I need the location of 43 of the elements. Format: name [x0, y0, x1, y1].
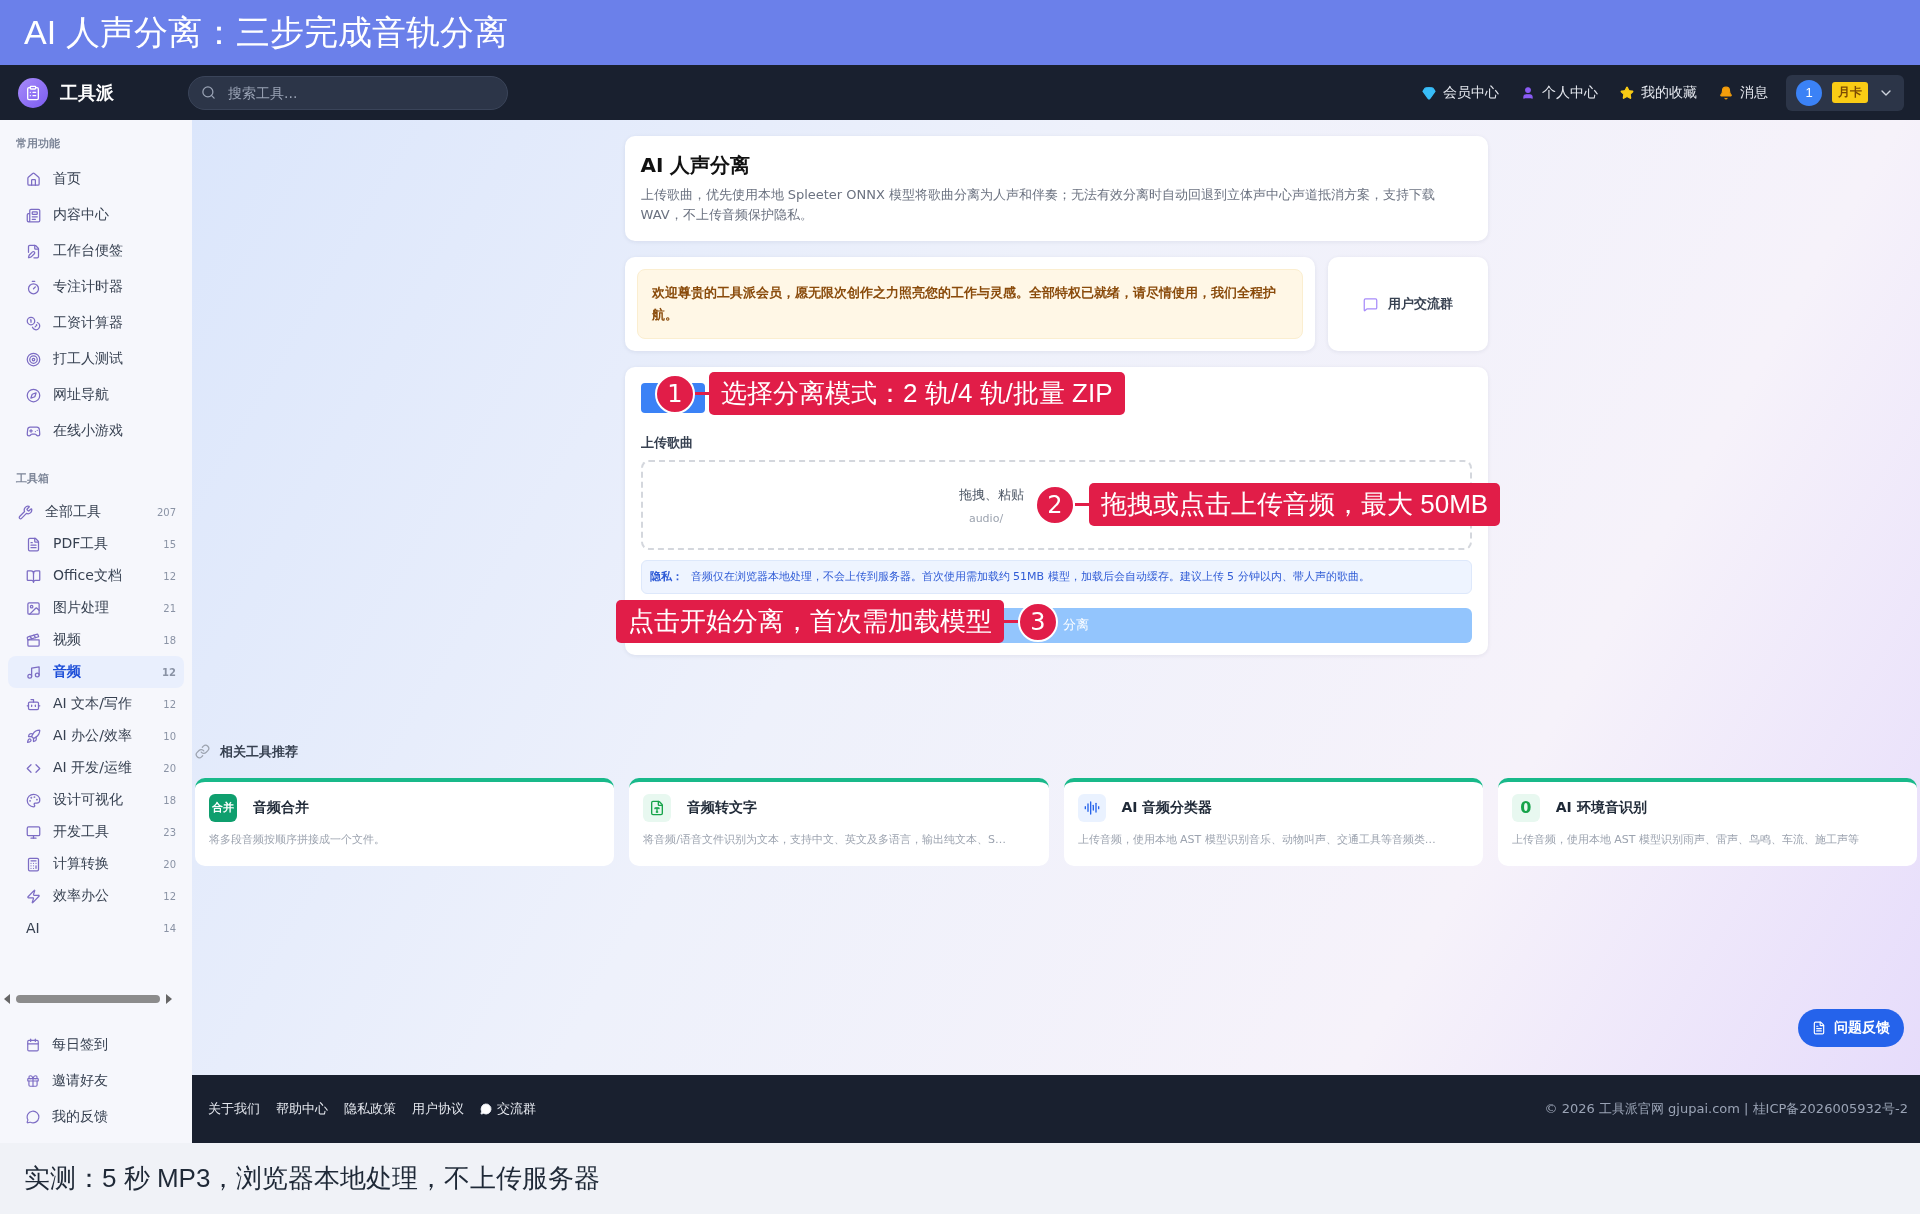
drop-hint: audio/	[968, 511, 1004, 525]
tool-title: AI 人声分离	[640, 152, 752, 179]
upload-label: 上传歌曲	[640, 434, 694, 453]
drop-text: 拖拽、粘贴	[958, 485, 1024, 504]
welcome-text: 欢迎尊贵的工具派会员，愿无限次创作之力照亮您的工作与灵感。全部特权已就绪，请尽情使用，我们全程护航。	[651, 284, 1277, 325]
callout-tooltip: 选择分离模式：2 轨/4 轨/批量 ZIP	[709, 372, 1125, 415]
related-tool-description: 将音频/语音文件识别为文本，支持中文、英文及多语言，输出纯文本、S…	[643, 831, 1007, 847]
related-tool-description: 上传音频，使用本地 AST 模型识别雨声、雷声、鸟鸣、车流、施工声等	[1511, 831, 1860, 847]
item-count: 20	[163, 762, 176, 774]
tool-description: 上传歌曲，优先使用本地 Spleeter ONNX 模型将歌曲分离为人声和伴奏；无法有效分离时自动回退到立体声中心声道抵消方案，支持下载 WAV，不上传音频保护隐私。	[640, 186, 1437, 225]
related-tool-name: AI 环境音识别	[1555, 798, 1647, 817]
item-count: 18	[163, 634, 176, 646]
tool-icon: 0	[1511, 793, 1540, 822]
item-count: 14	[163, 922, 176, 934]
plan-badge: 月卡	[1832, 82, 1868, 103]
user-avatar: 1	[1796, 79, 1822, 106]
logo-text: 工具派	[60, 80, 114, 105]
item-count: 18	[163, 794, 176, 806]
caption-text: 实测：5 秒 MP3，浏览器本地处理，不上传服务器	[24, 1162, 601, 1195]
item-count: 12	[162, 666, 176, 678]
item-count: 12	[163, 890, 176, 902]
tool-icon: 合并	[209, 793, 237, 822]
item-count: 12	[163, 698, 176, 710]
item-count: 23	[163, 826, 176, 838]
item-count: 15	[163, 538, 176, 550]
banner-title: AI 人声分离：三步完成音轨分离	[24, 11, 508, 53]
section-title: 常用功能	[15, 136, 61, 152]
item-count: 21	[163, 602, 176, 614]
item-count: 207	[156, 506, 176, 518]
related-tool-name: 音频转文字	[687, 798, 758, 817]
section-title: 工具箱	[15, 471, 50, 487]
item-count: 12	[163, 570, 176, 582]
related-tool-description: 将多段音频按顺序拼接成一个文件。	[209, 831, 386, 847]
item-count: 10	[163, 730, 176, 742]
item-count: 20	[163, 858, 176, 870]
privacy-note: 隐私： 音频仅在浏览器本地处理，不会上传到服务器。首次使用需加载约 51MB 模型，加载后会自动缓存。建议上传 5 分钟以内、带人声的歌曲。	[640, 560, 1472, 594]
copyright-text: © 2026 工具派官网 gjupai.com | 桂ICP备2026005932号-2	[1544, 1100, 1908, 1118]
related-tool-name: AI 音频分类器	[1121, 798, 1213, 817]
callout-tooltip: 拖拽或点击上传音频，最大 50MB	[1089, 483, 1501, 526]
related-tool-description: 上传音频，使用本地 AST 模型识别音乐、动物叫声、交通工具等音频类…	[1077, 831, 1437, 847]
related-title: 相关工具推荐	[220, 742, 298, 761]
related-tool-name: 音频合并	[253, 798, 309, 817]
callout-tooltip: 点击开始分离，首次需加载模型	[616, 600, 1004, 643]
